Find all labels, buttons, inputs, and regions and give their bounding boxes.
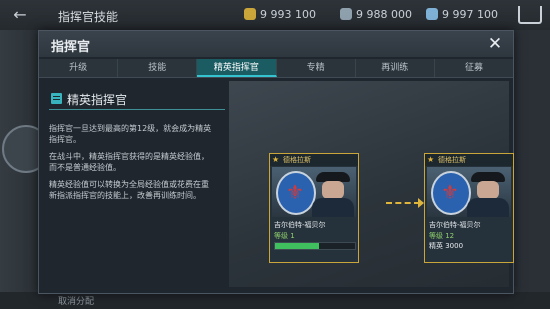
- officer-uniform: [467, 198, 509, 217]
- commander-modal: 指挥官 ✕ 升级 技能 精英指挥官 专精 再训练 征募 精英指挥官 指挥官一旦达…: [38, 30, 514, 294]
- tab-recruit[interactable]: 征募: [435, 59, 513, 77]
- top-bar: ← 指挥官技能 9 993 100 9 988 000 9 997 100: [0, 0, 550, 30]
- xp-progress-bar: [274, 242, 356, 250]
- credits-value: 9 993 100: [260, 8, 316, 21]
- fleur-de-lis-emblem-icon: [431, 171, 471, 215]
- officer-uniform: [312, 198, 354, 217]
- fleur-de-lis-emblem-icon: [276, 171, 316, 215]
- commander-card-after: ★ 德格拉斯 吉尔伯特-福贝尔 等级 12 精英 3000: [424, 153, 514, 263]
- close-icon[interactable]: ✕: [485, 34, 505, 54]
- book-icon: [51, 93, 62, 104]
- rank-label: 德格拉斯: [283, 156, 311, 164]
- card-rank-bar: ★ 德格拉斯: [270, 154, 358, 166]
- resource-icon: [340, 8, 352, 20]
- officer-face: [322, 181, 344, 199]
- rank-label: 德格拉斯: [438, 156, 466, 164]
- modal-header: 指挥官 ✕: [39, 31, 513, 57]
- xp-progress-fill: [275, 243, 319, 249]
- info-panel: 精英指挥官 指挥官一旦达到最高的第12级，就会成为精英指挥官。 在战斗中，精英指…: [49, 89, 225, 279]
- side-panel: [0, 30, 50, 309]
- tab-retrain[interactable]: 再训练: [356, 59, 435, 77]
- gold-value: 9 997 100: [442, 8, 498, 21]
- info-header: 精英指挥官: [49, 89, 225, 110]
- commander-portrait: [427, 167, 511, 217]
- commander-scene: ★ 德格拉斯 吉尔伯特-福贝尔 等级 1 ★ 德格拉斯: [229, 81, 514, 287]
- screen-title: 指挥官技能: [58, 10, 119, 24]
- gold-icon: [426, 8, 438, 20]
- shop-cart-icon[interactable]: [518, 6, 542, 24]
- resource-value: 9 988 000: [356, 8, 412, 21]
- info-paragraph: 在战斗中，精英指挥官获得的是精英经验值，而不是普通经验值。: [49, 152, 209, 172]
- tab-elite-commander[interactable]: 精英指挥官: [197, 59, 277, 77]
- tab-specialization[interactable]: 专精: [277, 59, 356, 77]
- info-paragraph: 精英经验值可以转换为全局经验值或花费在重新指派指挥官的技能上，改善再训练时间。: [49, 180, 209, 200]
- commander-level: 等级 1: [274, 232, 295, 240]
- commander-card-before: ★ 德格拉斯 吉尔伯特-福贝尔 等级 1: [269, 153, 359, 263]
- tab-upgrade[interactable]: 升级: [39, 59, 119, 77]
- back-arrow-icon[interactable]: ←: [8, 6, 32, 24]
- credits-icon: [244, 8, 256, 20]
- info-title: 精英指挥官: [67, 93, 128, 107]
- officer-face: [477, 181, 499, 199]
- modal-title: 指挥官: [51, 40, 91, 55]
- commander-level: 等级 12: [429, 232, 455, 240]
- elite-xp-value: 精英 3000: [429, 242, 464, 250]
- star-icon: ★: [272, 155, 280, 164]
- commander-name: 吉尔伯特-福贝尔: [429, 221, 481, 229]
- star-icon: ★: [427, 155, 435, 164]
- progress-arrow: [386, 202, 420, 204]
- commander-name: 吉尔伯特-福贝尔: [274, 221, 326, 229]
- commander-portrait: [272, 167, 356, 217]
- unassign-link[interactable]: 取消分配: [58, 294, 94, 307]
- bottom-bar: 取消分配: [0, 292, 550, 309]
- card-rank-bar: ★ 德格拉斯: [425, 154, 513, 166]
- tab-skills[interactable]: 技能: [118, 59, 198, 77]
- info-paragraph: 指挥官一旦达到最高的第12级，就会成为精英指挥官。: [49, 124, 212, 144]
- tab-bar: 升级 技能 精英指挥官 专精 再训练 征募: [39, 59, 513, 78]
